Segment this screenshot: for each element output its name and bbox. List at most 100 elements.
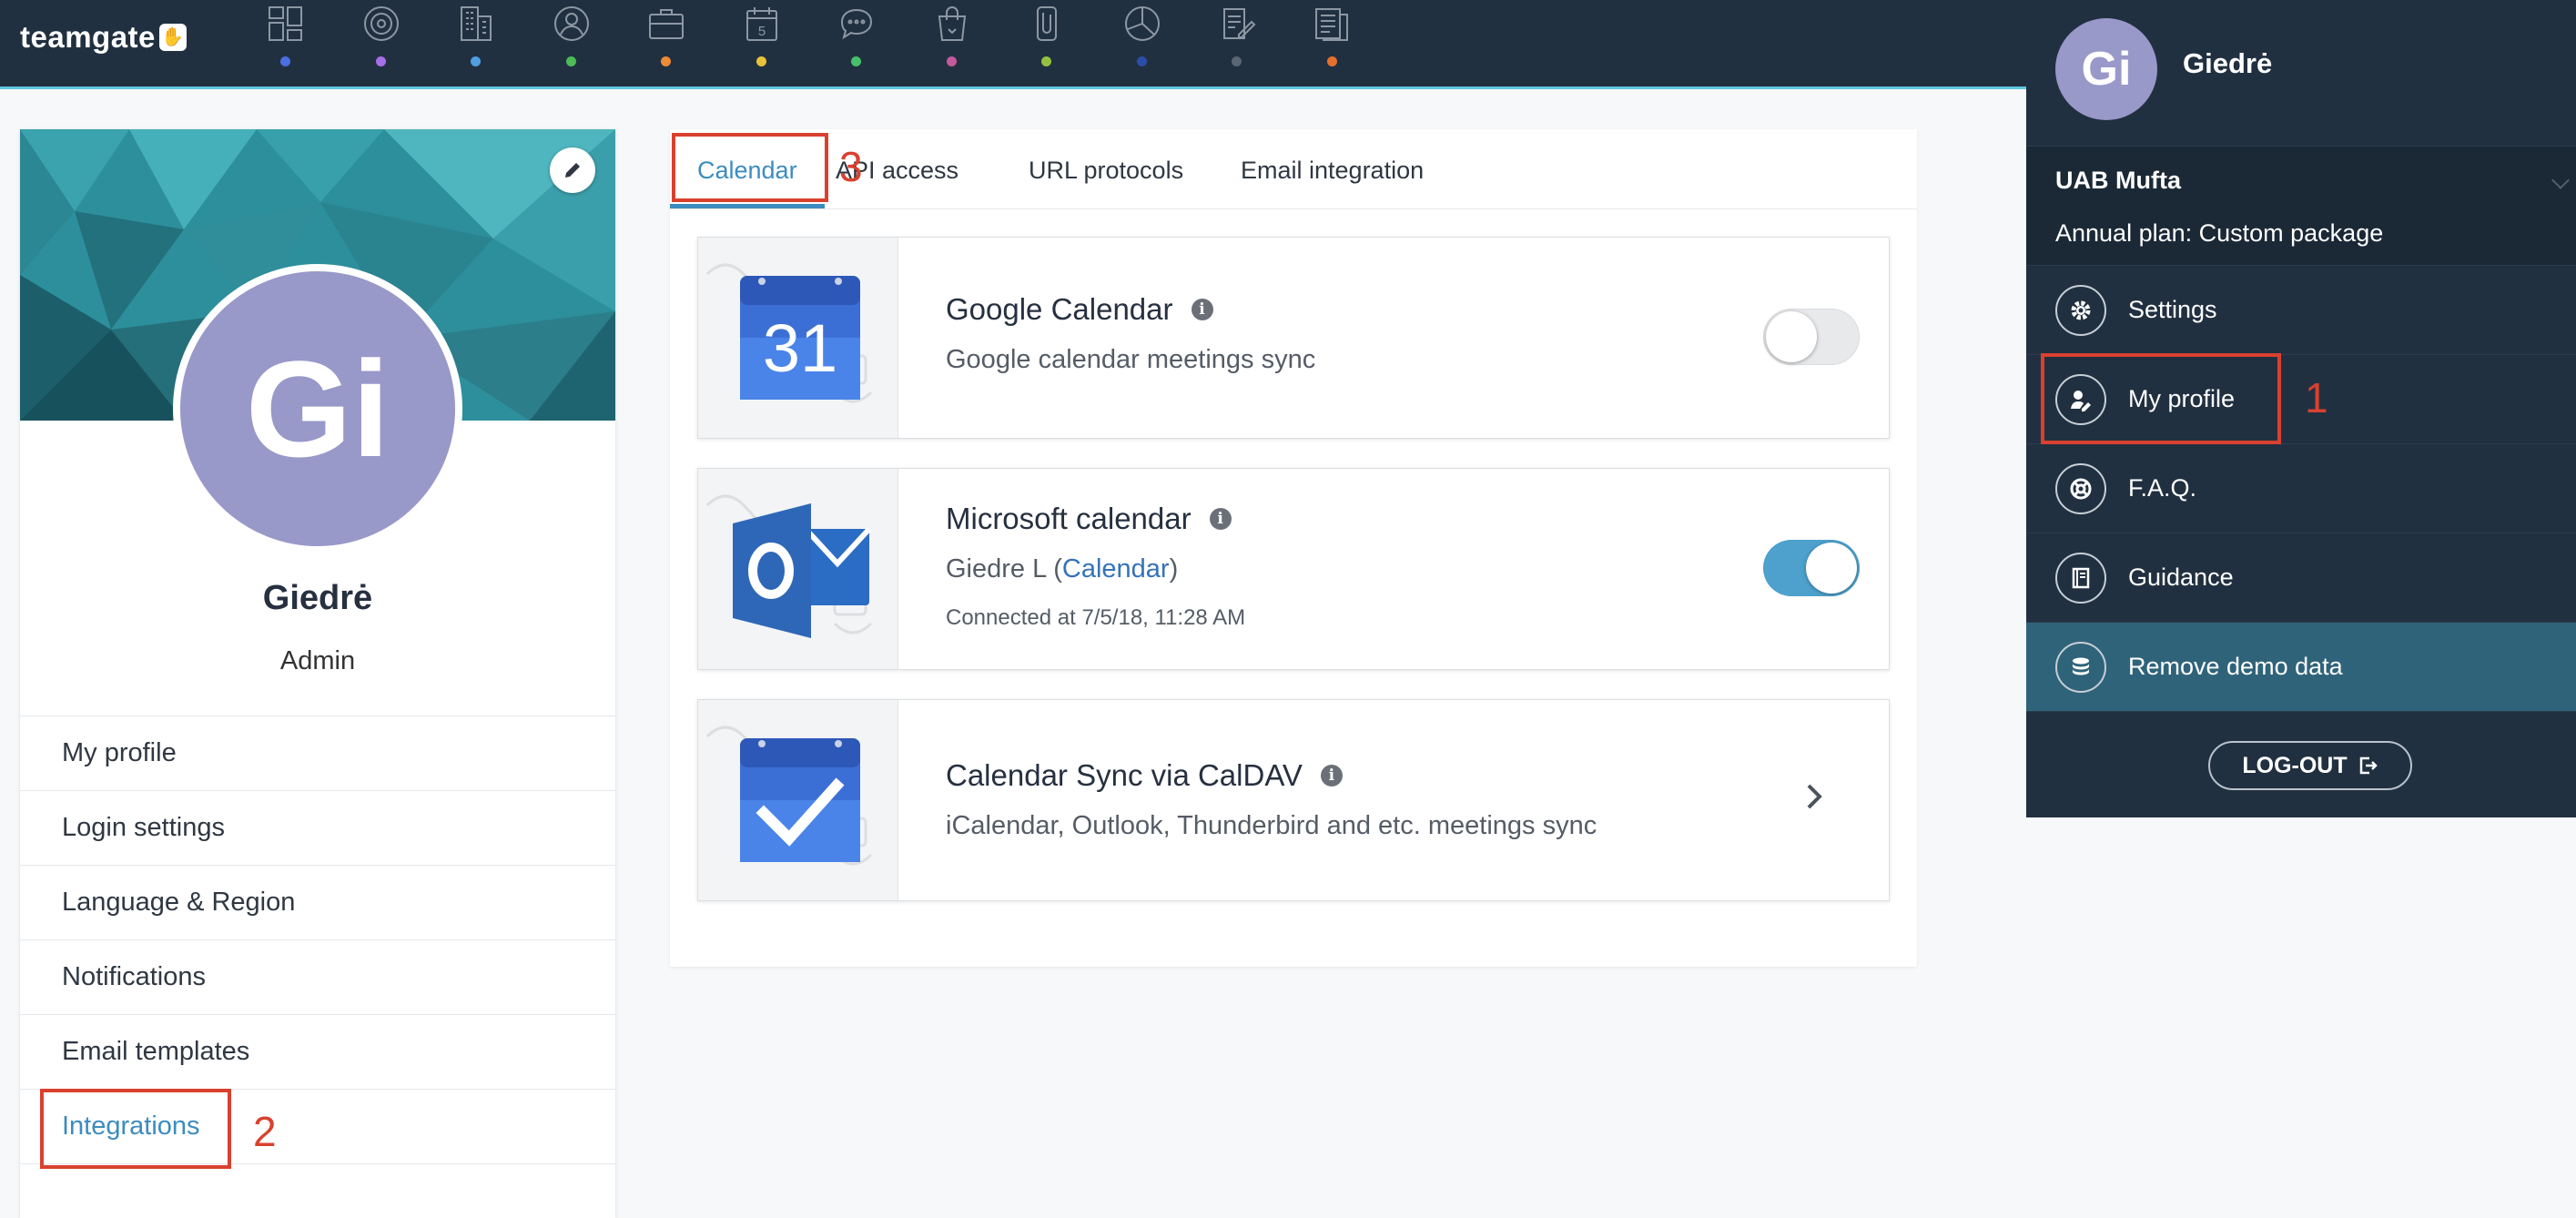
nav-dot (471, 56, 481, 66)
menu-item-language-region[interactable]: Language & Region (20, 865, 615, 939)
microsoft-calendar-toggle[interactable] (1763, 540, 1860, 596)
building-icon (461, 6, 492, 41)
toggle-knob (1806, 543, 1857, 594)
menu-item-login-settings[interactable]: Login settings (20, 790, 615, 865)
dropdown-avatar: Gi (2055, 18, 2157, 120)
annotation-box-1 (2041, 353, 2281, 444)
caldav-calendar-icon (705, 726, 873, 866)
nav-conversations[interactable] (835, 0, 930, 82)
integration-subtitle: iCalendar, Outlook, Thunderbird and etc.… (946, 811, 1597, 840)
dropdown-item-guidance[interactable]: Guidance (2026, 533, 2576, 623)
nav-dot (756, 56, 766, 66)
nav-goals[interactable] (360, 0, 455, 82)
tab-url-protocols[interactable]: URL protocols (1029, 157, 1183, 185)
avatar[interactable]: Gi (173, 264, 462, 553)
calendar-link[interactable]: Calendar (1062, 554, 1170, 584)
nav-dot (661, 56, 671, 66)
google-calendar-integration: 31 Google Calendar i Google calendar mee… (697, 237, 1890, 439)
caldav-integration[interactable]: Calendar Sync via CalDAV i iCalendar, Ou… (697, 699, 1890, 901)
book-icon (2055, 552, 2106, 604)
annotation-box-2 (40, 1089, 231, 1169)
connected-timestamp: Connected at 7/5/18, 11:28 AM (946, 605, 1246, 630)
pencil-icon (565, 163, 580, 178)
avatar-initials: Gi (245, 331, 390, 485)
nav-dot (1232, 56, 1242, 66)
plan-label: Annual plan: Custom package (2055, 219, 2384, 247)
nav-companies[interactable] (454, 0, 550, 82)
nav-dashboard[interactable] (264, 0, 360, 82)
annotation-box-3 (672, 133, 828, 202)
integrations-panel: Calendar API access URL protocols Email … (670, 129, 1917, 967)
teamgate-logo[interactable]: teamgate ✋ (20, 20, 187, 55)
active-tab-indicator (670, 204, 825, 208)
nav-documents[interactable] (1311, 0, 1406, 82)
gear-icon (2055, 284, 2106, 336)
hand-icon: ✋ (158, 24, 187, 51)
nav-reports[interactable] (1121, 0, 1216, 82)
nav-notes[interactable] (1215, 0, 1311, 82)
profile-name: Giedrė (262, 579, 373, 617)
report-icon (1314, 8, 1348, 41)
annotation-number-2: 2 (253, 1108, 277, 1155)
profile-card: Gi Giedrė Admin My profile Login setting… (20, 129, 615, 1218)
microsoft-calendar-integration: Microsoft calendar i Giedre L (Calendar)… (697, 468, 1890, 670)
database-icon (2055, 641, 2106, 693)
menu-item-my-profile[interactable]: My profile (20, 716, 615, 790)
profile-role: Admin (279, 646, 356, 675)
menu-item-notifications[interactable]: Notifications (20, 939, 615, 1014)
nav-dot (1136, 56, 1147, 66)
dashboard-icon (269, 6, 302, 41)
info-icon[interactable]: i (1320, 765, 1343, 787)
svg-text:31: 31 (763, 310, 837, 386)
nav-dot (375, 56, 386, 66)
briefcase-icon (649, 9, 684, 39)
outlook-icon (705, 494, 873, 638)
logout-icon (2359, 756, 2378, 775)
info-icon[interactable]: i (1209, 508, 1232, 530)
integration-subtitle: Google calendar meetings sync (946, 345, 1316, 374)
nav-deals[interactable] (644, 0, 740, 82)
nav-products[interactable] (930, 0, 1026, 82)
shopping-bag-icon (938, 6, 966, 41)
dropdown-item-settings[interactable]: Settings (2026, 266, 2576, 355)
integration-title: Calendar Sync via CalDAV i (946, 758, 1343, 793)
module-nav: 5 (264, 0, 1405, 82)
edit-banner-button[interactable] (550, 147, 595, 193)
integration-title: Microsoft calendar i (946, 502, 1232, 536)
toggle-knob (1766, 311, 1817, 362)
integration-icon-area (698, 469, 898, 669)
integration-title: Google Calendar i (946, 292, 1213, 327)
lifebuoy-icon (2055, 462, 2106, 514)
logout-button[interactable]: LOG-OUT (2208, 741, 2412, 790)
nav-calendar[interactable]: 5 (740, 0, 836, 82)
dropdown-item-faq[interactable]: F.A.Q. (2026, 444, 2576, 533)
integration-icon-area: 31 (698, 238, 898, 438)
edit-document-icon (1223, 8, 1256, 39)
dropdown-user-name: Giedrė (2183, 47, 2273, 79)
annotation-number-3: 3 (839, 143, 863, 190)
contact-icon (553, 6, 589, 41)
google-calendar-toggle[interactable] (1763, 309, 1860, 365)
google-calendar-icon: 31 (705, 263, 873, 403)
pie-chart-icon (1124, 6, 1160, 41)
company-name: UAB Mufta (2055, 167, 2181, 194)
chevron-right-icon[interactable] (1796, 778, 1832, 815)
logo-text: teamgate (20, 20, 156, 54)
annotation-number-1: 1 (2305, 374, 2328, 421)
calendar-icon: 5 (745, 7, 777, 41)
integration-icon-area (698, 700, 898, 900)
nav-dot (1041, 56, 1051, 66)
nav-files[interactable] (1025, 0, 1121, 82)
nav-dot (851, 56, 861, 66)
tab-email-integration[interactable]: Email integration (1241, 157, 1424, 185)
target-icon (363, 6, 399, 41)
menu-item-email-templates[interactable]: Email templates (20, 1014, 615, 1089)
nav-people[interactable] (550, 0, 645, 82)
clip-icon (1037, 6, 1057, 41)
nav-dot (946, 56, 957, 66)
info-icon[interactable]: i (1191, 299, 1213, 320)
dropdown-item-remove-demo-data[interactable]: Remove demo data (2026, 623, 2576, 712)
company-section[interactable]: UAB Mufta Annual plan: Custom package (2026, 146, 2576, 266)
svg-text:5: 5 (757, 24, 765, 39)
chevron-down-icon (2551, 171, 2570, 189)
